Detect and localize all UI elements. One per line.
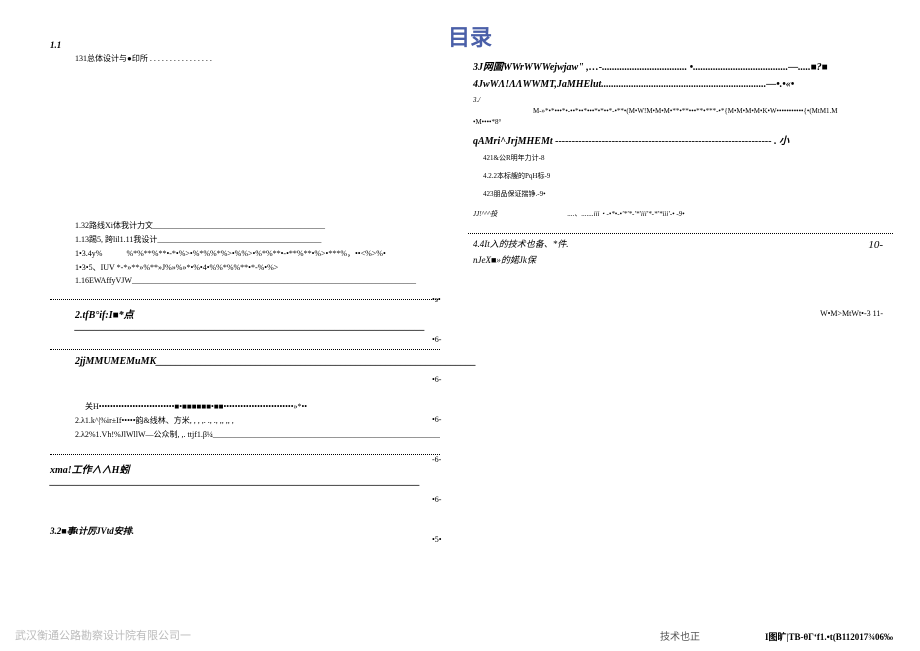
spacer-2 xyxy=(50,493,440,518)
toc-item-44: 4.4It入的技术也备、*件. xyxy=(448,237,893,250)
toc-item-134y: 1•3.4y% %*%**%**•-*•%>•%*%%*%>•%%>•%*%**… xyxy=(50,248,440,259)
toc-item-116: 1.16EWAffyVJW___________________________… xyxy=(50,276,440,285)
marker-6a: •6- xyxy=(432,320,440,360)
divider-line-2 xyxy=(50,338,440,350)
divider-right xyxy=(468,222,893,234)
toc-item-132: 1.32路线Xi体我计力文___________________________… xyxy=(50,220,440,231)
marker-6d: -6- xyxy=(432,440,440,480)
toc-item-qa: qAMri^JrjMHEMt -------------------------… xyxy=(448,132,893,147)
blank-gap xyxy=(50,67,440,217)
section-1-1: 1.1 xyxy=(50,40,440,50)
toc-item-3j: 3J网圄WWrWWWejwjaw" ,…-...................… xyxy=(448,58,893,73)
toc-item-nj: nJeX■»的婼Jk保 xyxy=(448,253,893,266)
divider-line xyxy=(50,288,440,300)
marker-6b: •6- xyxy=(432,360,440,400)
toc-item-131: 131总体设计与●印所 . . . . . . . . . . . . . . … xyxy=(50,53,440,64)
page-num-10: 10- xyxy=(868,239,883,251)
spacer-r xyxy=(448,269,893,309)
marker-6c: •6- xyxy=(432,400,440,440)
divider-line-3 xyxy=(50,443,440,455)
toc-item-m8: •M••••*8° xyxy=(448,118,893,126)
toc-item-113: 1.13踢5, 跨lil1.11我设计_____________________… xyxy=(50,234,440,245)
page-markers: •s• •6- •6- •6- -6- •6- •5• xyxy=(432,280,440,560)
footer-code: I图旷|TB-θΓʻf1.•t(B112017¾06‰ xyxy=(765,630,893,643)
footer-company: 武汉衡通公路勘察设计院有限公司一 xyxy=(15,627,191,643)
marker-6e: •6- xyxy=(432,480,440,520)
toc-title: 目录 xyxy=(448,20,893,52)
toc-item-wm: W•M>MtWt•-3 11- xyxy=(448,309,893,318)
footer-tech: 技术也正 xyxy=(660,628,700,643)
toc-item-2jj: 2jjMMUMEMuMK____________________________… xyxy=(50,356,440,367)
toc-item-m: M-»*•*•••*•-••*••*•••*•*••*-•**•(M•W!M•M… xyxy=(448,107,893,115)
spacer xyxy=(50,373,440,398)
toc-item-422: 4.2.2本标艘的PqH标-9 xyxy=(448,171,893,181)
right-page: 目录 3J网圄WWrWWWejwjaw" ,…-................… xyxy=(448,20,893,318)
toc-item-2l2: 2.λ2%1.Vh!%JlWllW—公众制, ,. ttjf1.β¼______… xyxy=(50,429,440,440)
toc-item-2l1: 2.λ1.k^|%ir±If•••••韵&线林、方米, , , ,. ., .,… xyxy=(50,415,440,426)
toc-item-gh: 关H•••••••••••••••••••••••••••■•■■■■■■•■■… xyxy=(50,401,440,412)
toc-item-3l: 3./ xyxy=(448,96,893,104)
marker-5: •5• xyxy=(432,520,440,560)
left-page: 1.1 131总体设计与●印所 . . . . . . . . . . . . … xyxy=(50,40,440,543)
toc-item-xmat: xma!工作∧∧H蚓______________________________… xyxy=(50,461,440,487)
toc-item-2: 2.tfB°if:I■*点___________________________… xyxy=(50,306,440,332)
toc-item-421: 421&公R明年力计-8 xyxy=(448,153,893,163)
marker-s: •s• xyxy=(432,280,440,320)
toc-item-32: 3.2■事t计厉JVtd安排. xyxy=(50,524,440,537)
toc-item-jj: JJ!^^^投 ....、.......iii・-•*•-•'*'*-'*'ii… xyxy=(448,209,893,219)
toc-item-423: 423朋品保证揣铮.-9• xyxy=(448,189,893,199)
toc-item-4jw: 4JwWΛ!ΛΛWWMT,JaMHElut...................… xyxy=(448,79,893,90)
toc-item-135: 1•3•5、IUV *-*»**»%**»J%»%»*•%•4•%%*%%**•… xyxy=(50,262,440,273)
